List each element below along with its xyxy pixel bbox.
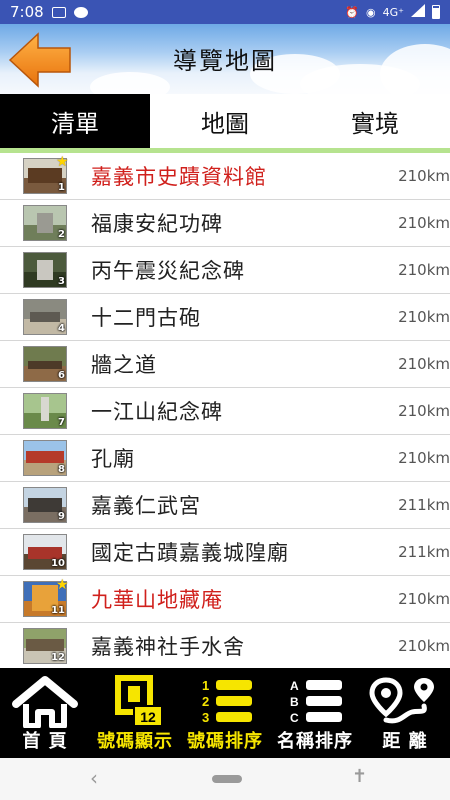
list-item[interactable]: 11 ★ 九華山地藏庵 210km <box>0 576 450 623</box>
header: 導覽地圖 <box>0 24 450 94</box>
thumbnail-number: 7 <box>58 417 65 428</box>
list-item[interactable]: 8 孔廟 210km <box>0 435 450 482</box>
list-item[interactable]: 6 牆之道 210km <box>0 341 450 388</box>
thumbnail-number: 2 <box>58 229 65 240</box>
nav-number-display-button[interactable]: 12 號碼顯示 <box>90 668 180 758</box>
thumbnail: 9 <box>23 487 67 523</box>
poi-list: 1 ★ 嘉義市史蹟資料館 210km 2 福康安紀功碑 210km 3 丙午震災… <box>0 153 450 668</box>
list-item[interactable]: 9 嘉義仁武宮 211km <box>0 482 450 529</box>
list-item-name: 九華山地藏庵 <box>91 588 223 612</box>
location-icon: ◉ <box>366 5 376 19</box>
thumbnail: 4 <box>23 299 67 335</box>
sort-numeral-1: 1 <box>202 678 209 693</box>
page-title: 導覽地圖 <box>173 47 277 75</box>
thumbnail-number: 10 <box>51 558 65 569</box>
sort-letter-a: A <box>290 679 299 693</box>
list-item-distance: 210km <box>398 402 450 420</box>
list-item[interactable]: 2 福康安紀功碑 210km <box>0 200 450 247</box>
nav-home-button[interactable]: 首 頁 <box>0 668 90 758</box>
list-item-name: 嘉義市史蹟資料館 <box>91 165 267 189</box>
list-item-distance: 210km <box>398 167 450 185</box>
list-item-name: 孔廟 <box>91 447 135 471</box>
bottom-nav: 首 頁 12 號碼顯示 1 2 3 號碼排序 A B C 名稱排序 距 離 <box>0 668 450 758</box>
tab-bar: 清單 地圖 實境 <box>0 94 450 148</box>
list-item-distance: 211km <box>398 496 450 514</box>
list-item[interactable]: 12 嘉義神社手水舍 210km <box>0 623 450 668</box>
thumbnail-number: 4 <box>58 323 65 334</box>
image-icon <box>51 6 66 18</box>
thumbnail-number: 6 <box>58 370 65 381</box>
thumbnail-number: 8 <box>58 464 65 475</box>
list-item-name: 丙午震災紀念碑 <box>91 259 245 283</box>
list-item-name: 福康安紀功碑 <box>91 212 223 236</box>
list-item[interactable]: 7 一江山紀念碑 210km <box>0 388 450 435</box>
number-display-icon-text: 12 <box>140 709 156 725</box>
thumbnail: 2 <box>23 205 67 241</box>
signal-icon <box>411 4 425 20</box>
nav-name-sort-button[interactable]: A B C 名稱排序 <box>270 668 360 758</box>
status-time: 7:08 <box>10 3 44 21</box>
thumbnail: 3 <box>23 252 67 288</box>
star-icon: ★ <box>56 577 69 593</box>
number-sort-icon: 1 2 3 <box>202 678 252 725</box>
thumbnail-number: 9 <box>58 511 65 522</box>
sort-numeral-2: 2 <box>202 694 209 709</box>
nav-number-display-label: 號碼顯示 <box>97 731 173 752</box>
system-home-icon[interactable] <box>212 775 242 783</box>
thumbnail: 12 <box>23 628 67 664</box>
battery-icon <box>432 5 440 19</box>
list-item[interactable]: 1 ★ 嘉義市史蹟資料館 210km <box>0 153 450 200</box>
status-bar: 7:08 ⏰ ◉ 4G⁺ <box>0 0 450 24</box>
nav-number-sort-label: 號碼排序 <box>187 731 263 752</box>
list-item[interactable]: 3 丙午震災紀念碑 210km <box>0 247 450 294</box>
nav-home-label: 首 頁 <box>22 731 68 752</box>
nav-number-sort-button[interactable]: 1 2 3 號碼排序 <box>180 668 270 758</box>
sort-numeral-3: 3 <box>202 710 209 725</box>
list-item-name: 嘉義神社手水舍 <box>91 635 245 659</box>
sort-letter-b: B <box>290 695 299 709</box>
list-item-name: 牆之道 <box>91 353 157 377</box>
message-icon <box>73 6 88 18</box>
list-item-distance: 210km <box>398 261 450 279</box>
list-item-name: 一江山紀念碑 <box>91 400 223 424</box>
tab-map[interactable]: 地圖 <box>150 94 300 148</box>
thumbnail: 7 <box>23 393 67 429</box>
star-icon: ★ <box>56 154 69 170</box>
home-icon <box>12 676 78 728</box>
tab-ar[interactable]: 實境 <box>300 94 450 148</box>
list-item-name: 嘉義仁武宮 <box>91 494 201 518</box>
system-nav-bar: ‹ ✝ <box>0 758 450 800</box>
accessibility-icon[interactable]: ✝ <box>352 766 367 787</box>
nav-distance-button[interactable]: 距 離 <box>360 668 450 758</box>
list-item-distance: 210km <box>398 590 450 608</box>
tab-list[interactable]: 清單 <box>0 94 150 148</box>
list-item-name: 十二門古砲 <box>91 306 201 330</box>
network-type: 4G⁺ <box>382 5 404 19</box>
alarm-icon: ⏰ <box>345 5 360 19</box>
list-item-distance: 210km <box>398 637 450 655</box>
list-item[interactable]: 4 十二門古砲 210km <box>0 294 450 341</box>
list-item-name: 國定古蹟嘉義城隍廟 <box>91 541 289 565</box>
thumbnail-number: 11 <box>51 605 65 616</box>
thumbnail: 8 <box>23 440 67 476</box>
system-back-icon[interactable]: ‹ <box>90 766 98 790</box>
distance-route-icon <box>369 677 434 724</box>
thumbnail: 10 <box>23 534 67 570</box>
list-item-distance: 210km <box>398 355 450 373</box>
thumbnail-number: 12 <box>51 652 65 663</box>
sort-letter-c: C <box>290 711 299 725</box>
name-sort-icon: A B C <box>290 679 342 725</box>
list-item[interactable]: 10 國定古蹟嘉義城隍廟 211km <box>0 529 450 576</box>
thumbnail: 6 <box>23 346 67 382</box>
thumbnail-number: 3 <box>58 276 65 287</box>
nav-distance-label: 距 離 <box>382 731 428 752</box>
nav-name-sort-label: 名稱排序 <box>277 731 353 752</box>
list-item-distance: 211km <box>398 543 450 561</box>
number-display-icon: 12 <box>115 675 163 727</box>
thumbnail-number: 1 <box>58 182 65 193</box>
list-item-distance: 210km <box>398 449 450 467</box>
list-item-distance: 210km <box>398 308 450 326</box>
list-item-distance: 210km <box>398 214 450 232</box>
